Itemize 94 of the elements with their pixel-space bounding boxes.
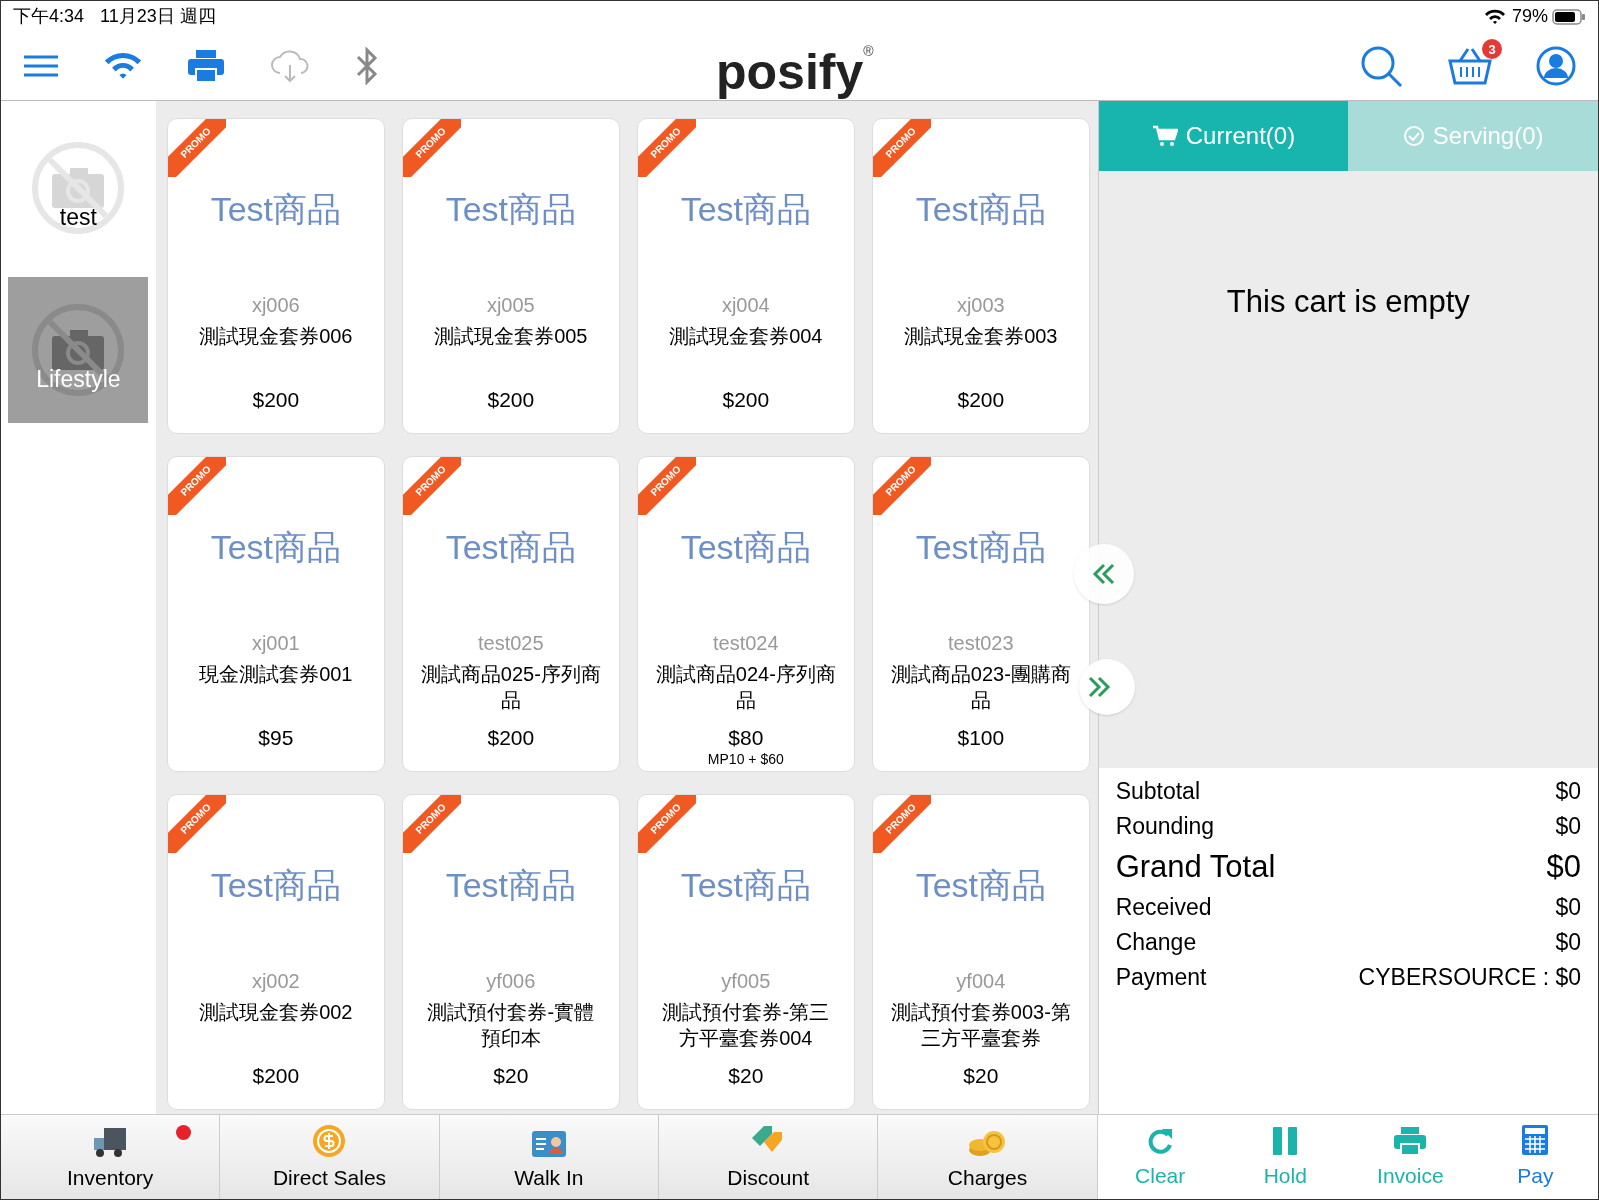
cart-icon <box>1151 124 1178 147</box>
product-code: xj003 <box>956 292 1005 317</box>
product-name: 測試預付套券003-第三方平臺套券 <box>889 999 1072 1051</box>
status-time: 下午4:34 <box>13 5 85 29</box>
product-price: $200 <box>252 1062 300 1089</box>
battery-icon <box>1552 9 1586 25</box>
product-name: 測試現金套券003 <box>904 323 1058 349</box>
product-name: 測試預付套券-實體預印本 <box>426 999 596 1051</box>
product-price: $20 <box>963 1062 999 1089</box>
product-image-text: Test商品 <box>210 188 341 229</box>
product-code: test024 <box>713 630 779 655</box>
product-code: test023 <box>948 630 1014 655</box>
product-code: yf005 <box>721 968 771 993</box>
product-image-text: Test商品 <box>915 188 1046 229</box>
coins-icon <box>968 1129 1007 1158</box>
product-name: 測試預付套券-第三方平臺套券004 <box>661 999 831 1051</box>
wifi-icon <box>1483 9 1506 25</box>
toolbar-button[interactable]: Charges <box>878 1115 1098 1199</box>
product-name: 測試商品025-序列商品 <box>419 661 602 713</box>
product-name: 現金測試套券001 <box>199 661 353 687</box>
double-chevron-right-icon <box>1086 674 1111 699</box>
battery-percent: 79% <box>1511 5 1548 29</box>
product-price: $80 <box>728 724 764 751</box>
product-image-text: Test商品 <box>915 526 1046 567</box>
summary-value: CYBERSOURCE : $0 <box>1358 963 1581 993</box>
summary-value: $0 <box>1555 812 1581 842</box>
id-card-icon <box>530 1129 567 1158</box>
product-code: xj004 <box>721 292 770 317</box>
no-photo-icon <box>30 139 127 236</box>
product-name: 測試現金套券004 <box>669 323 823 349</box>
no-photo-icon <box>30 301 127 398</box>
summary-value: $0 <box>1555 777 1581 807</box>
logo: posify <box>716 46 864 97</box>
summary-label: Change <box>1115 928 1197 958</box>
summary-value: $0 <box>1555 928 1581 958</box>
product-name: 測試商品024-序列商品 <box>654 661 837 713</box>
summary-label: Payment <box>1115 963 1207 993</box>
product-code: test025 <box>478 630 544 655</box>
product-code: yf004 <box>956 968 1006 993</box>
product-image-text: Test商品 <box>915 864 1046 905</box>
product-code: xj002 <box>251 968 300 993</box>
product-price: $20 <box>493 1062 529 1089</box>
product-image-text: Test商品 <box>445 526 576 567</box>
summary-value: $0 <box>1546 847 1581 886</box>
printer-icon <box>1393 1125 1428 1156</box>
toolbar-button[interactable]: Inventory <box>1 1115 221 1199</box>
bluetooth-icon[interactable] <box>355 47 379 86</box>
product-price: $200 <box>487 724 535 751</box>
toolbar-button[interactable]: Direct Sales <box>220 1115 440 1199</box>
product-code: xj006 <box>251 292 300 317</box>
product-points: MP10 + $60 <box>707 750 784 767</box>
product-image-text: Test商品 <box>210 526 341 567</box>
summary-label: Rounding <box>1115 812 1215 842</box>
product-price: $100 <box>957 724 1005 751</box>
check-circle-icon <box>1402 124 1425 147</box>
product-code: xj001 <box>251 630 300 655</box>
registered-mark: ® <box>863 41 874 59</box>
summary-value: $0 <box>1555 893 1581 923</box>
cart-action-button[interactable]: Pay <box>1472 1115 1598 1199</box>
pause-icon <box>1271 1125 1300 1156</box>
product-code: yf006 <box>486 968 536 993</box>
product-price: $200 <box>722 386 770 413</box>
printer-icon[interactable] <box>187 49 225 84</box>
product-name: 測試現金套券005 <box>434 323 588 349</box>
product-image-text: Test商品 <box>210 864 341 905</box>
user-icon[interactable] <box>1536 46 1576 87</box>
product-price: $200 <box>252 386 300 413</box>
product-image-text: Test商品 <box>445 864 576 905</box>
status-date: 11月23日 週四 <box>100 5 216 29</box>
product-name: 測試現金套券002 <box>199 999 353 1025</box>
double-chevron-left-icon <box>1091 561 1116 586</box>
summary-label: Received <box>1115 893 1212 923</box>
product-name: 測試商品023-團購商品 <box>889 661 1072 713</box>
toolbar-button[interactable]: Discount <box>659 1115 879 1199</box>
search-icon[interactable] <box>1360 45 1404 88</box>
product-image-text: Test商品 <box>445 188 576 229</box>
toolbar-button[interactable]: Walk In <box>439 1115 659 1199</box>
product-name: 測試現金套券006 <box>199 323 353 349</box>
product-image-text: Test商品 <box>680 526 811 567</box>
dollar-coin-icon <box>312 1123 347 1158</box>
product-code: xj005 <box>486 292 535 317</box>
product-price: $20 <box>728 1062 764 1089</box>
truck-icon <box>92 1125 129 1158</box>
menu-icon[interactable] <box>23 54 59 79</box>
empty-cart-message: This cart is empty <box>1226 282 1470 319</box>
product-image-text: Test商品 <box>680 864 811 905</box>
calculator-icon <box>1521 1123 1550 1156</box>
product-price: $200 <box>957 386 1005 413</box>
product-price: $200 <box>487 386 535 413</box>
summary-label: Grand Total <box>1115 847 1276 886</box>
product-image-text: Test商品 <box>680 188 811 229</box>
summary-label: Subtotal <box>1115 777 1201 807</box>
cart-count-badge: 3 <box>1482 39 1502 60</box>
product-price: $95 <box>258 724 294 751</box>
